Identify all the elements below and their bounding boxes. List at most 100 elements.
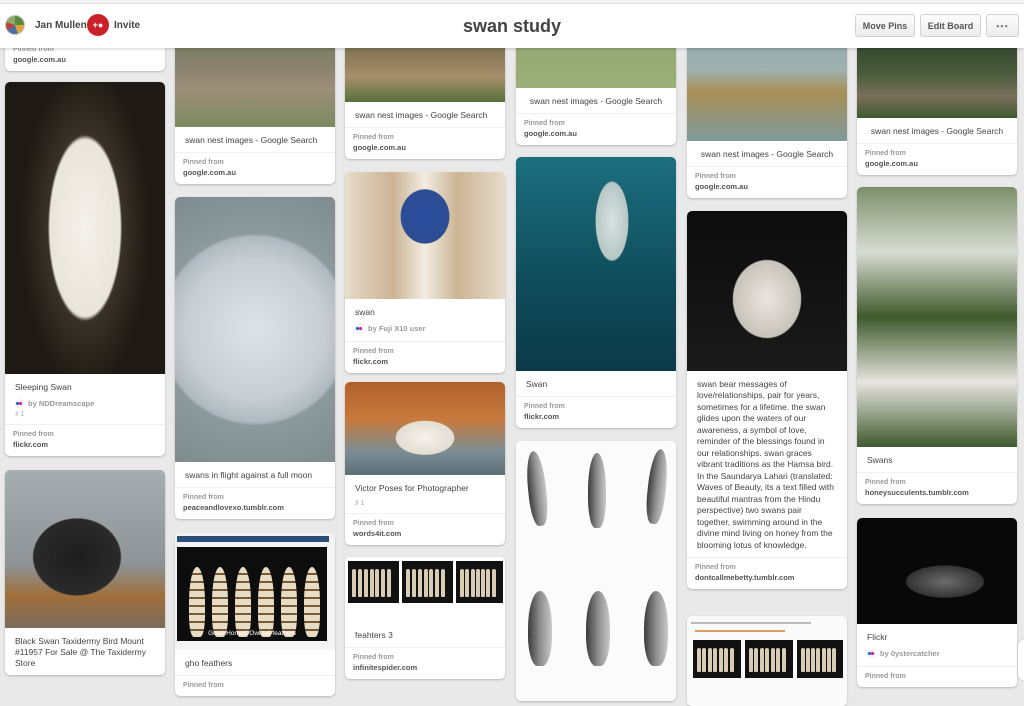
- pin-source-link[interactable]: dontcallmebetty.tumblr.com: [695, 573, 839, 582]
- pin-image[interactable]: [687, 616, 847, 706]
- pin-image[interactable]: [857, 187, 1017, 447]
- pin-card[interactable]: swan nest images - Google Search Pinned …: [175, 30, 335, 185]
- feather-thumbnail: [745, 640, 793, 678]
- pin-source-link[interactable]: flickr.com: [524, 412, 668, 421]
- pin-card[interactable]: swans in flight against a full moon Pinn…: [175, 197, 335, 520]
- pin-source-link[interactable]: google.com.au: [13, 55, 157, 64]
- pin-description: Swans: [867, 455, 893, 465]
- pin-description: swan bear messages of love/relationships…: [697, 379, 835, 550]
- pin-image[interactable]: [345, 382, 505, 475]
- repin-count: ♯ 1: [15, 411, 25, 419]
- pin-description: swan nest images - Google Search: [185, 135, 318, 145]
- pin-source-link[interactable]: google.com.au: [865, 159, 1009, 168]
- pin-card[interactable]: Sleeping Swan by NDDreamscape ♯ 1 Pinned…: [5, 82, 165, 457]
- pin-image[interactable]: [687, 211, 847, 371]
- pin-source-link[interactable]: google.com.au: [353, 143, 497, 152]
- pin-card[interactable]: Swan Pinned from flickr.com: [516, 157, 676, 429]
- pin-image[interactable]: [345, 557, 505, 622]
- feather: [470, 569, 475, 597]
- pin-image[interactable]: [5, 82, 165, 374]
- pin-card[interactable]: [687, 616, 847, 706]
- pin-card[interactable]: Flickr by 0ystercatcher Pinned from: [857, 518, 1017, 688]
- feather: [352, 569, 356, 597]
- feather: [811, 648, 816, 672]
- pinned-from-label: Pinned from: [695, 173, 736, 181]
- feather: [369, 569, 374, 597]
- feather: [486, 569, 491, 597]
- feather: [713, 648, 718, 672]
- pinned-from-label: Pinned from: [353, 654, 394, 662]
- feather: [781, 648, 786, 672]
- pinned-from: Pinned from peaceandlovexo.tumblr.com: [175, 487, 335, 519]
- pin-description: Victor Poses for Photographer: [355, 483, 469, 493]
- owner-name[interactable]: Jan Mullen: [35, 20, 87, 31]
- invite-button[interactable]: +● Invite: [87, 14, 140, 36]
- pin-image[interactable]: [5, 470, 165, 628]
- pin-card[interactable]: swan by Fuji X10 user Pinned from flickr…: [345, 172, 505, 374]
- pin-source-link[interactable]: google.com.au: [695, 182, 839, 191]
- pin-card[interactable]: swan bear messages of love/relationships…: [687, 211, 847, 590]
- feather-drawing: [644, 448, 670, 525]
- feather: [481, 569, 486, 597]
- feather-thumbnail: [693, 640, 741, 678]
- pin-attribution[interactable]: by 0ystercatcher: [857, 649, 1017, 666]
- edit-board-button[interactable]: Edit Board: [920, 14, 981, 37]
- pin-source-link[interactable]: flickr.com: [353, 357, 497, 366]
- pin-image[interactable]: [857, 518, 1017, 624]
- pin-card[interactable]: Black Swan Taxidermy Bird Mount #11957 F…: [5, 470, 165, 676]
- pin-image[interactable]: Great Horned Owl tail feathers: [175, 533, 335, 650]
- pin-image[interactable]: [516, 441, 676, 701]
- pin-attribution[interactable]: by Fuji X10 user: [345, 324, 505, 341]
- pin-card[interactable]: Victor Poses for Photographer ♯ 1 Pinned…: [345, 382, 505, 546]
- feather-thumbnail: [797, 640, 843, 678]
- pinned-from: Pinned from honeysucculents.tumblr.com: [857, 472, 1017, 504]
- side-scroll-tab[interactable]: [1018, 640, 1024, 680]
- board-owner[interactable]: Jan Mullen: [5, 15, 87, 35]
- feather: [406, 569, 410, 597]
- feather: [770, 648, 775, 672]
- pin-source-link[interactable]: infinitespider.com: [353, 663, 497, 672]
- more-options-button[interactable]: •••: [986, 14, 1019, 37]
- feather: [465, 569, 470, 597]
- feather: [387, 569, 392, 597]
- pinned-from: Pinned from dontcallmebetty.tumblr.com: [687, 557, 847, 589]
- attribution-text: by NDDreamscape: [28, 399, 95, 409]
- feather: [765, 648, 770, 672]
- pin-description: gho feathers: [185, 658, 233, 668]
- pinned-from: Pinned from flickr.com: [345, 341, 505, 373]
- pinned-from-label: Pinned from: [183, 494, 224, 502]
- image-caption: Great Horned Owl tail feathers: [208, 630, 296, 637]
- feather: [801, 648, 805, 672]
- pinned-from-label: Pinned from: [353, 134, 394, 142]
- pin-source-link[interactable]: google.com.au: [183, 168, 327, 177]
- feather-drawing: [586, 591, 610, 666]
- pinned-from-label: Pinned from: [865, 150, 906, 158]
- feather-drawing: [588, 453, 606, 528]
- pin-attribution[interactable]: by NDDreamscape: [5, 399, 165, 411]
- pinned-from-label: Pinned from: [353, 520, 394, 528]
- feather-drawing: [528, 591, 552, 666]
- avatar[interactable]: [5, 15, 25, 35]
- pin-source-link[interactable]: peaceandlovexo.tumblr.com: [183, 503, 327, 512]
- pinned-from-label: Pinned from: [865, 673, 906, 681]
- add-person-icon: +●: [87, 14, 109, 36]
- pin-card[interactable]: [516, 441, 676, 701]
- pin-source-link[interactable]: words4it.com: [353, 529, 497, 538]
- pin-source-link[interactable]: honeysucculents.tumblr.com: [865, 488, 1009, 497]
- pin-card[interactable]: Swans Pinned from honeysucculents.tumblr…: [857, 187, 1017, 505]
- pin-image[interactable]: [516, 157, 676, 371]
- feather: [702, 648, 707, 672]
- feather-drawing: [524, 450, 550, 527]
- pin-card[interactable]: swan nest images - Google Search Pinned …: [857, 30, 1017, 176]
- move-pins-button[interactable]: Move Pins: [855, 14, 915, 37]
- pin-image[interactable]: [175, 197, 335, 462]
- pin-card[interactable]: Great Horned Owl tail feathers gho feath…: [175, 533, 335, 697]
- pin-card[interactable]: feahters 3 Pinned from infinitespider.co…: [345, 557, 505, 680]
- pin-source-link[interactable]: google.com.au: [524, 129, 668, 138]
- pin-description: Sleeping Swan: [15, 382, 72, 392]
- feather: [258, 567, 274, 637]
- pinned-from: Pinned from words4it.com: [345, 513, 505, 545]
- pin-source-link[interactable]: flickr.com: [13, 440, 157, 449]
- pin-image[interactable]: [345, 172, 505, 299]
- flickr-icon: [867, 649, 876, 659]
